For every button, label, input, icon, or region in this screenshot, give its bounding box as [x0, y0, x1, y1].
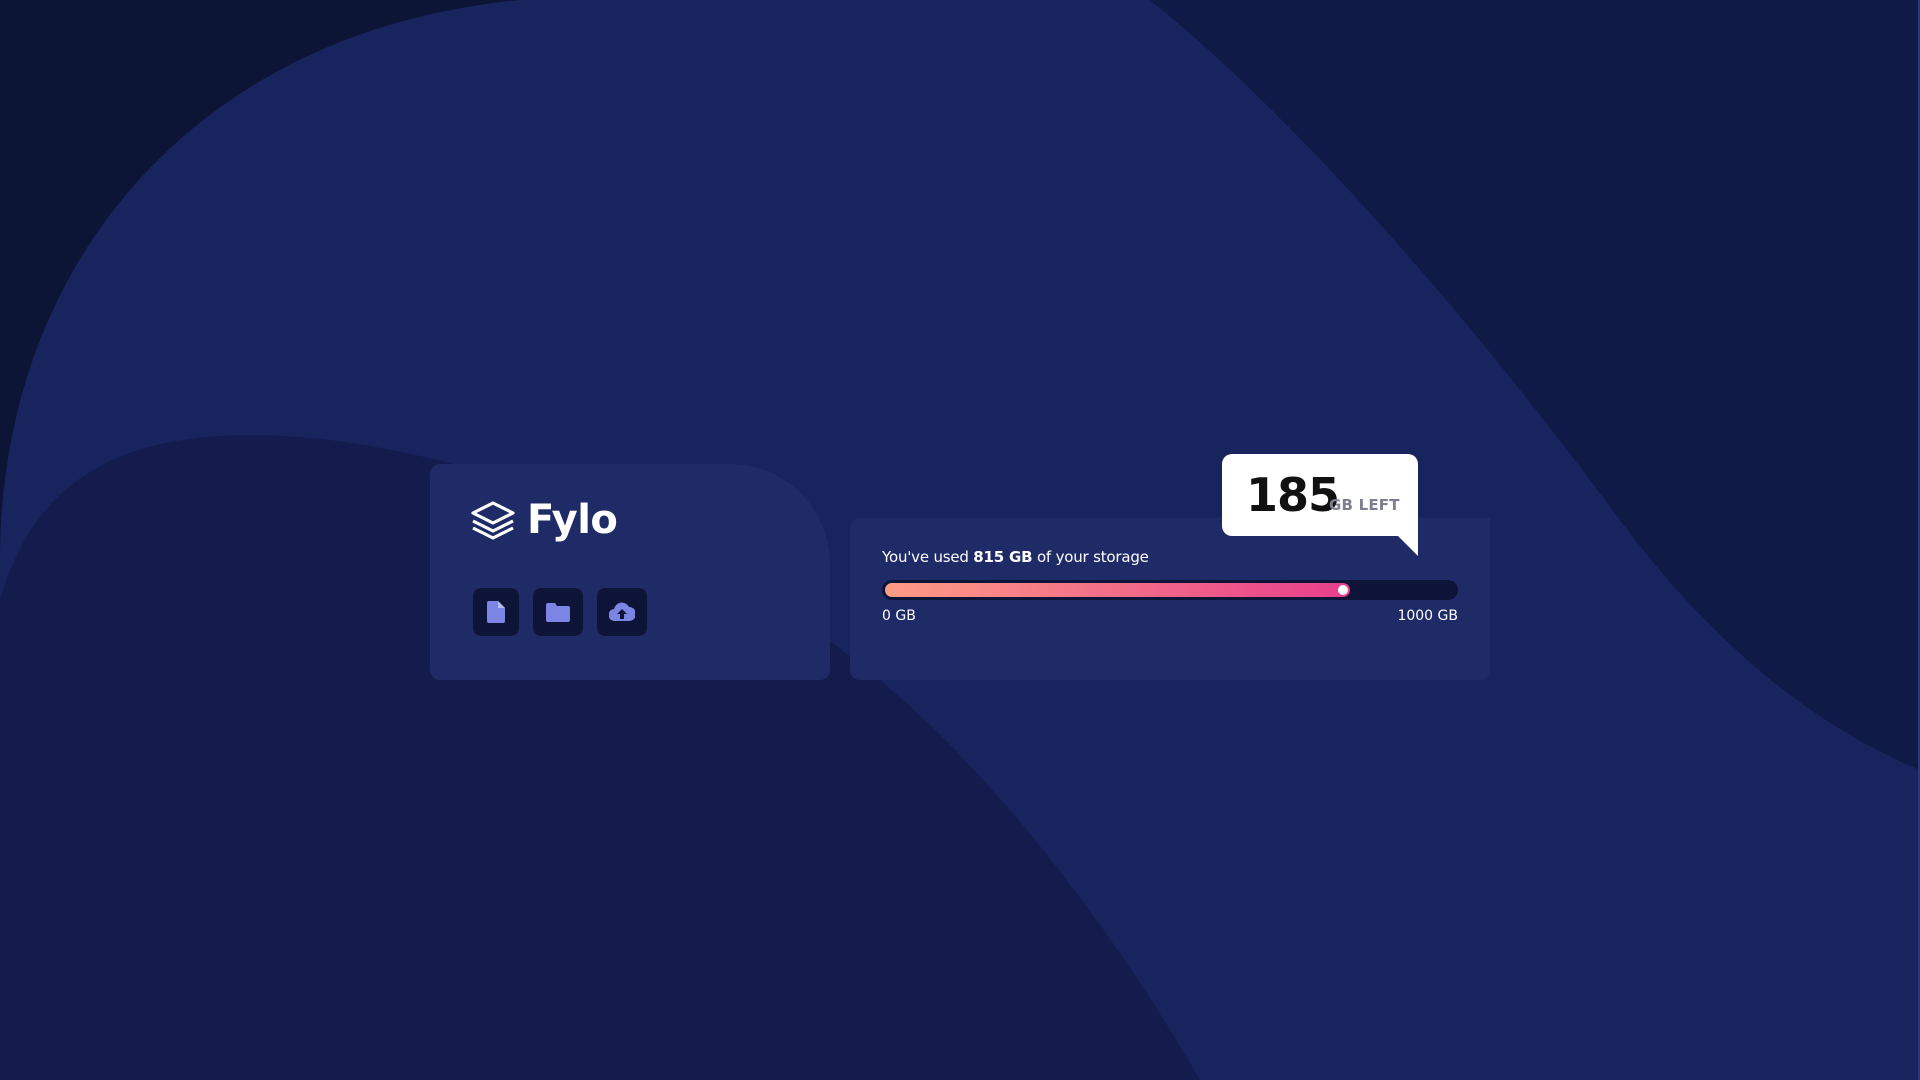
folder-button[interactable] [533, 588, 583, 636]
usage-prefix: You've used [882, 548, 974, 566]
remaining-unit: GB LEFT [1329, 496, 1400, 514]
logo-card: Fylo [430, 464, 830, 680]
storage-progress-fill [885, 583, 1350, 597]
used-amount: 815 GB [973, 548, 1033, 566]
remaining-value: 185 [1246, 468, 1340, 522]
storage-progress-bar [882, 580, 1458, 600]
upload-icon [609, 601, 635, 623]
folder-icon [546, 602, 570, 622]
bubble-tail [1398, 536, 1418, 556]
progress-knob [1338, 585, 1348, 595]
stacked-layers-icon [469, 500, 517, 540]
file-actions [473, 588, 647, 636]
remaining-storage-bubble: 185 GB LEFT [1222, 454, 1418, 536]
brand: Fylo [469, 497, 618, 543]
storage-card: You've used 815 GB of your storage 0 GB … [850, 518, 1490, 680]
usage-text: You've used 815 GB of your storage [882, 548, 1149, 566]
upload-button[interactable] [597, 588, 647, 636]
scale-min-label: 0 GB [882, 608, 916, 624]
document-icon [487, 601, 505, 623]
scale-max-label: 1000 GB [1397, 608, 1458, 624]
document-button[interactable] [473, 588, 519, 636]
usage-suffix: of your storage [1032, 548, 1149, 566]
app-name: Fylo [527, 497, 618, 543]
